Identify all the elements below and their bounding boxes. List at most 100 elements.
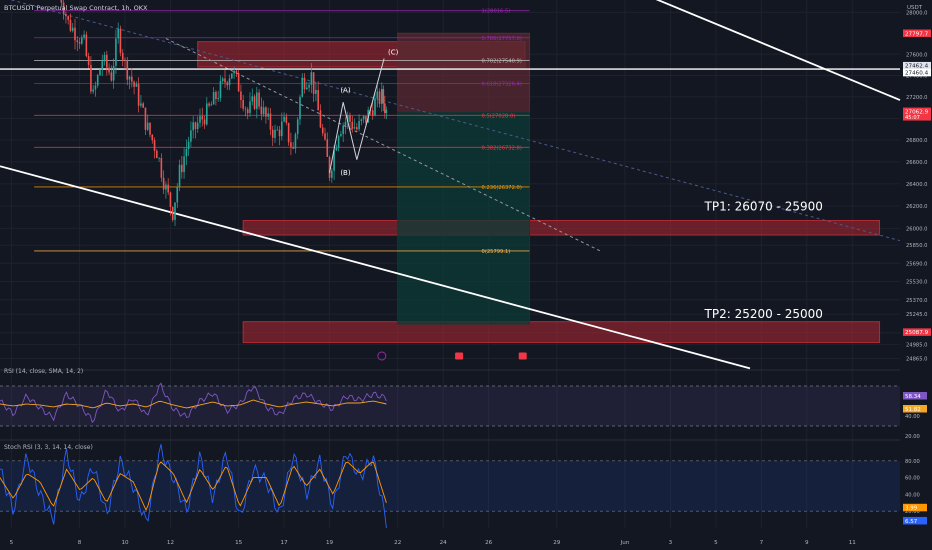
candle-body (324, 133, 326, 140)
candle-body (206, 103, 208, 125)
candle-body (215, 92, 217, 99)
time-tick-15: 9 (805, 540, 809, 546)
candle-body (235, 70, 238, 74)
candle-body (212, 92, 215, 105)
fib-label-2: 0.702(27540.9) (482, 59, 522, 65)
candle-body (71, 27, 74, 31)
calendar-event-icon-2[interactable] (518, 352, 527, 360)
candle-body (290, 142, 292, 148)
price-tick-11: 25690.0 (906, 261, 927, 267)
candle-body (242, 100, 244, 109)
rsi-last-value-0: 58.34 (905, 394, 921, 400)
candle-body (317, 89, 319, 111)
target-label-2[interactable]: TP2: 25200 - 25000 (704, 307, 823, 321)
candle-body (78, 41, 81, 44)
candle-body (181, 164, 183, 173)
candle-body (262, 107, 265, 115)
candle-body (319, 110, 322, 128)
calendar-event-icon-1[interactable] (455, 352, 464, 360)
rsi-y-tick-0: 40.00 (905, 414, 920, 420)
candle-body (160, 158, 163, 178)
candle-body (137, 83, 140, 106)
price-tick-0: 28000.0 (906, 10, 927, 16)
candle-body (237, 73, 240, 92)
candle-body (103, 54, 106, 62)
candle-body (153, 140, 156, 151)
candle-body (267, 113, 269, 117)
candle-body (303, 77, 306, 90)
candle-body (60, 0, 63, 3)
price-badge-value-4: 25087.9 (905, 330, 929, 336)
candle-body (101, 61, 104, 70)
candle-body (151, 134, 154, 141)
candle-body (231, 73, 233, 79)
candle-body (265, 107, 267, 117)
time-tick-0: 5 (10, 540, 14, 546)
stoch-y-tick-1: 60.00 (905, 476, 920, 482)
candle-body (87, 56, 90, 65)
candle-body (256, 92, 258, 109)
price-badge-countdown: 45:07 (905, 115, 920, 121)
price-badge-value-0: 27797.7 (905, 31, 929, 37)
candle-body (281, 121, 283, 137)
candle-body (253, 96, 256, 109)
candle-body (110, 72, 113, 81)
candle-body (121, 52, 124, 60)
stoch-last-value-0: 6.57 (905, 519, 918, 525)
candle-body (174, 202, 176, 220)
candle-body (278, 129, 281, 137)
time-tick-12: 3 (669, 540, 673, 546)
candle-body (224, 78, 226, 83)
btc-trading-chart[interactable]: 1(28016.5) 0.786(27757.0) 0.702(27540.9) 0.… (0, 0, 932, 550)
fib-label-3: 0.618(27326.4) (482, 81, 522, 87)
candle-body (269, 113, 272, 130)
target-label-1[interactable]: TP1: 26070 - 25900 (704, 199, 823, 213)
candle-body (131, 76, 133, 82)
candle-body (296, 119, 299, 134)
candle-body (124, 59, 126, 61)
candle-body (283, 116, 285, 122)
candle-body (274, 129, 276, 138)
candle-body (226, 82, 229, 86)
candle-body (260, 106, 263, 115)
candle-body (246, 109, 249, 114)
candle-body (133, 81, 135, 87)
price-tick-7: 26400.0 (906, 182, 927, 188)
time-tick-6: 19 (326, 540, 334, 546)
candle-body (301, 77, 304, 97)
time-tick-10: 29 (553, 540, 561, 546)
candle-body (321, 127, 324, 134)
candle-body (117, 28, 119, 39)
stoch-last-value-1: 3.99 (905, 506, 918, 512)
candle-body (208, 103, 210, 106)
candle-body (221, 78, 224, 81)
price-tick-17: 24865.0 (906, 356, 927, 362)
candle-body (115, 38, 117, 66)
candle-body (201, 116, 204, 120)
time-tick-2: 10 (121, 540, 129, 546)
candle-body (381, 89, 383, 104)
candle-body (310, 72, 313, 85)
candle-body (67, 16, 69, 20)
time-tick-9: 26 (485, 540, 493, 546)
candle-body (365, 116, 367, 123)
candle-body (119, 28, 122, 53)
candle-body (335, 148, 338, 151)
wave-label-2: (C) (388, 48, 399, 56)
candle-body (326, 139, 329, 157)
candle-body (65, 14, 67, 17)
candle-body (158, 158, 160, 159)
time-tick-13: 5 (714, 540, 718, 546)
candle-body (156, 150, 158, 159)
candle-body (374, 98, 376, 116)
candle-body (83, 34, 85, 38)
candle-body (276, 129, 279, 131)
candle-body (342, 125, 344, 135)
price-tick-10: 25850.0 (906, 243, 927, 249)
candle-body (142, 103, 144, 108)
candle-body (360, 119, 363, 122)
candle-body (108, 67, 110, 73)
candle-body (384, 103, 386, 114)
candle-body (217, 97, 219, 99)
candle-body (106, 54, 108, 68)
